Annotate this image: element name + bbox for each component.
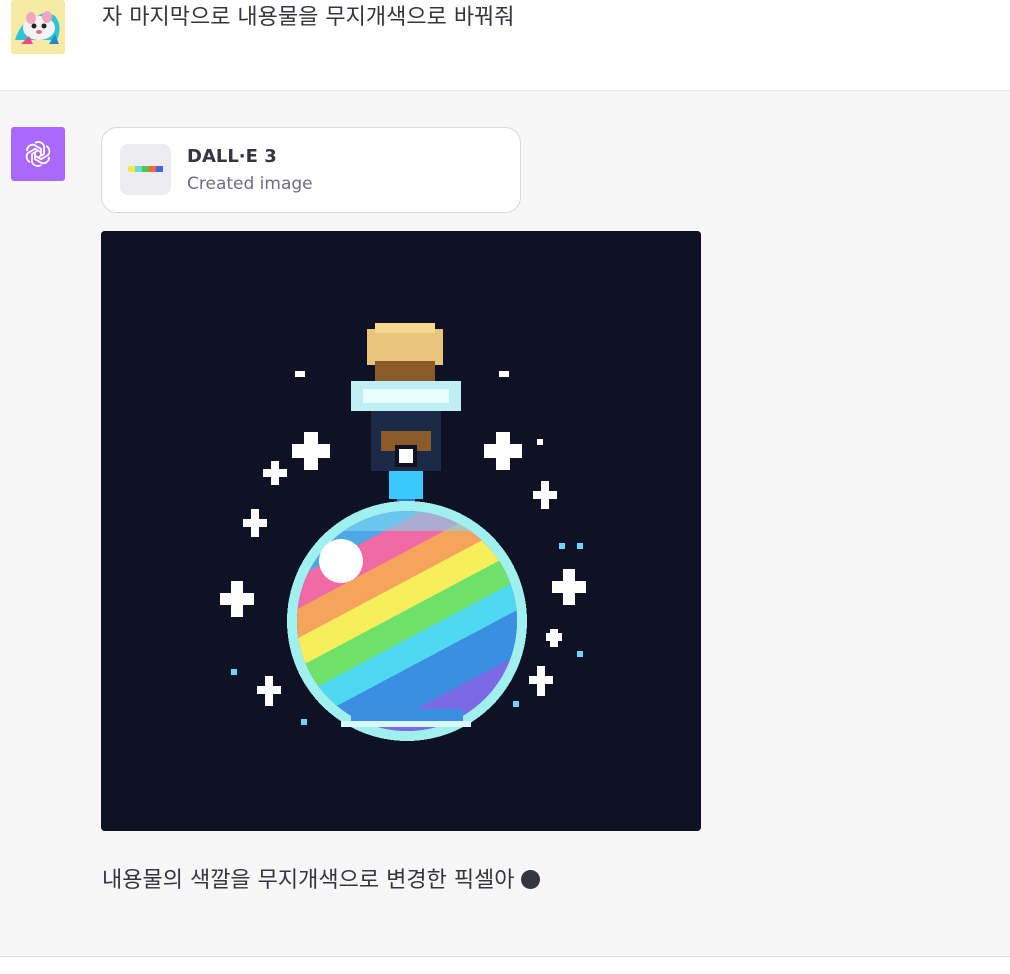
dalle-thumbnail-icon [120, 144, 171, 195]
typing-cursor-icon [520, 870, 540, 889]
assistant-message-row: DALL·E 3 Created image 내용물의 색깔을 무지개색으로 변… [0, 91, 1010, 957]
bottom-area [0, 957, 1010, 974]
user-message-text: 자 마지막으로 내용물을 무지개색으로 바꿔줘 [102, 5, 515, 30]
generated-image[interactable] [101, 231, 701, 831]
user-message-row: 자 마지막으로 내용물을 무지개색으로 바꿔줘 [0, 0, 1010, 91]
tool-name: DALL·E 3 [187, 146, 277, 167]
dalle-tool-card[interactable]: DALL·E 3 Created image [101, 127, 521, 213]
assistant-reply-text: 내용물의 색깔을 무지개색으로 변경한 픽셀아 [102, 868, 515, 893]
openai-logo-icon [11, 127, 65, 181]
assistant-reply: 내용물의 색깔을 무지개색으로 변경한 픽셀아 [102, 865, 540, 897]
user-avatar-icon [11, 0, 65, 54]
tool-status: Created image [187, 174, 313, 194]
